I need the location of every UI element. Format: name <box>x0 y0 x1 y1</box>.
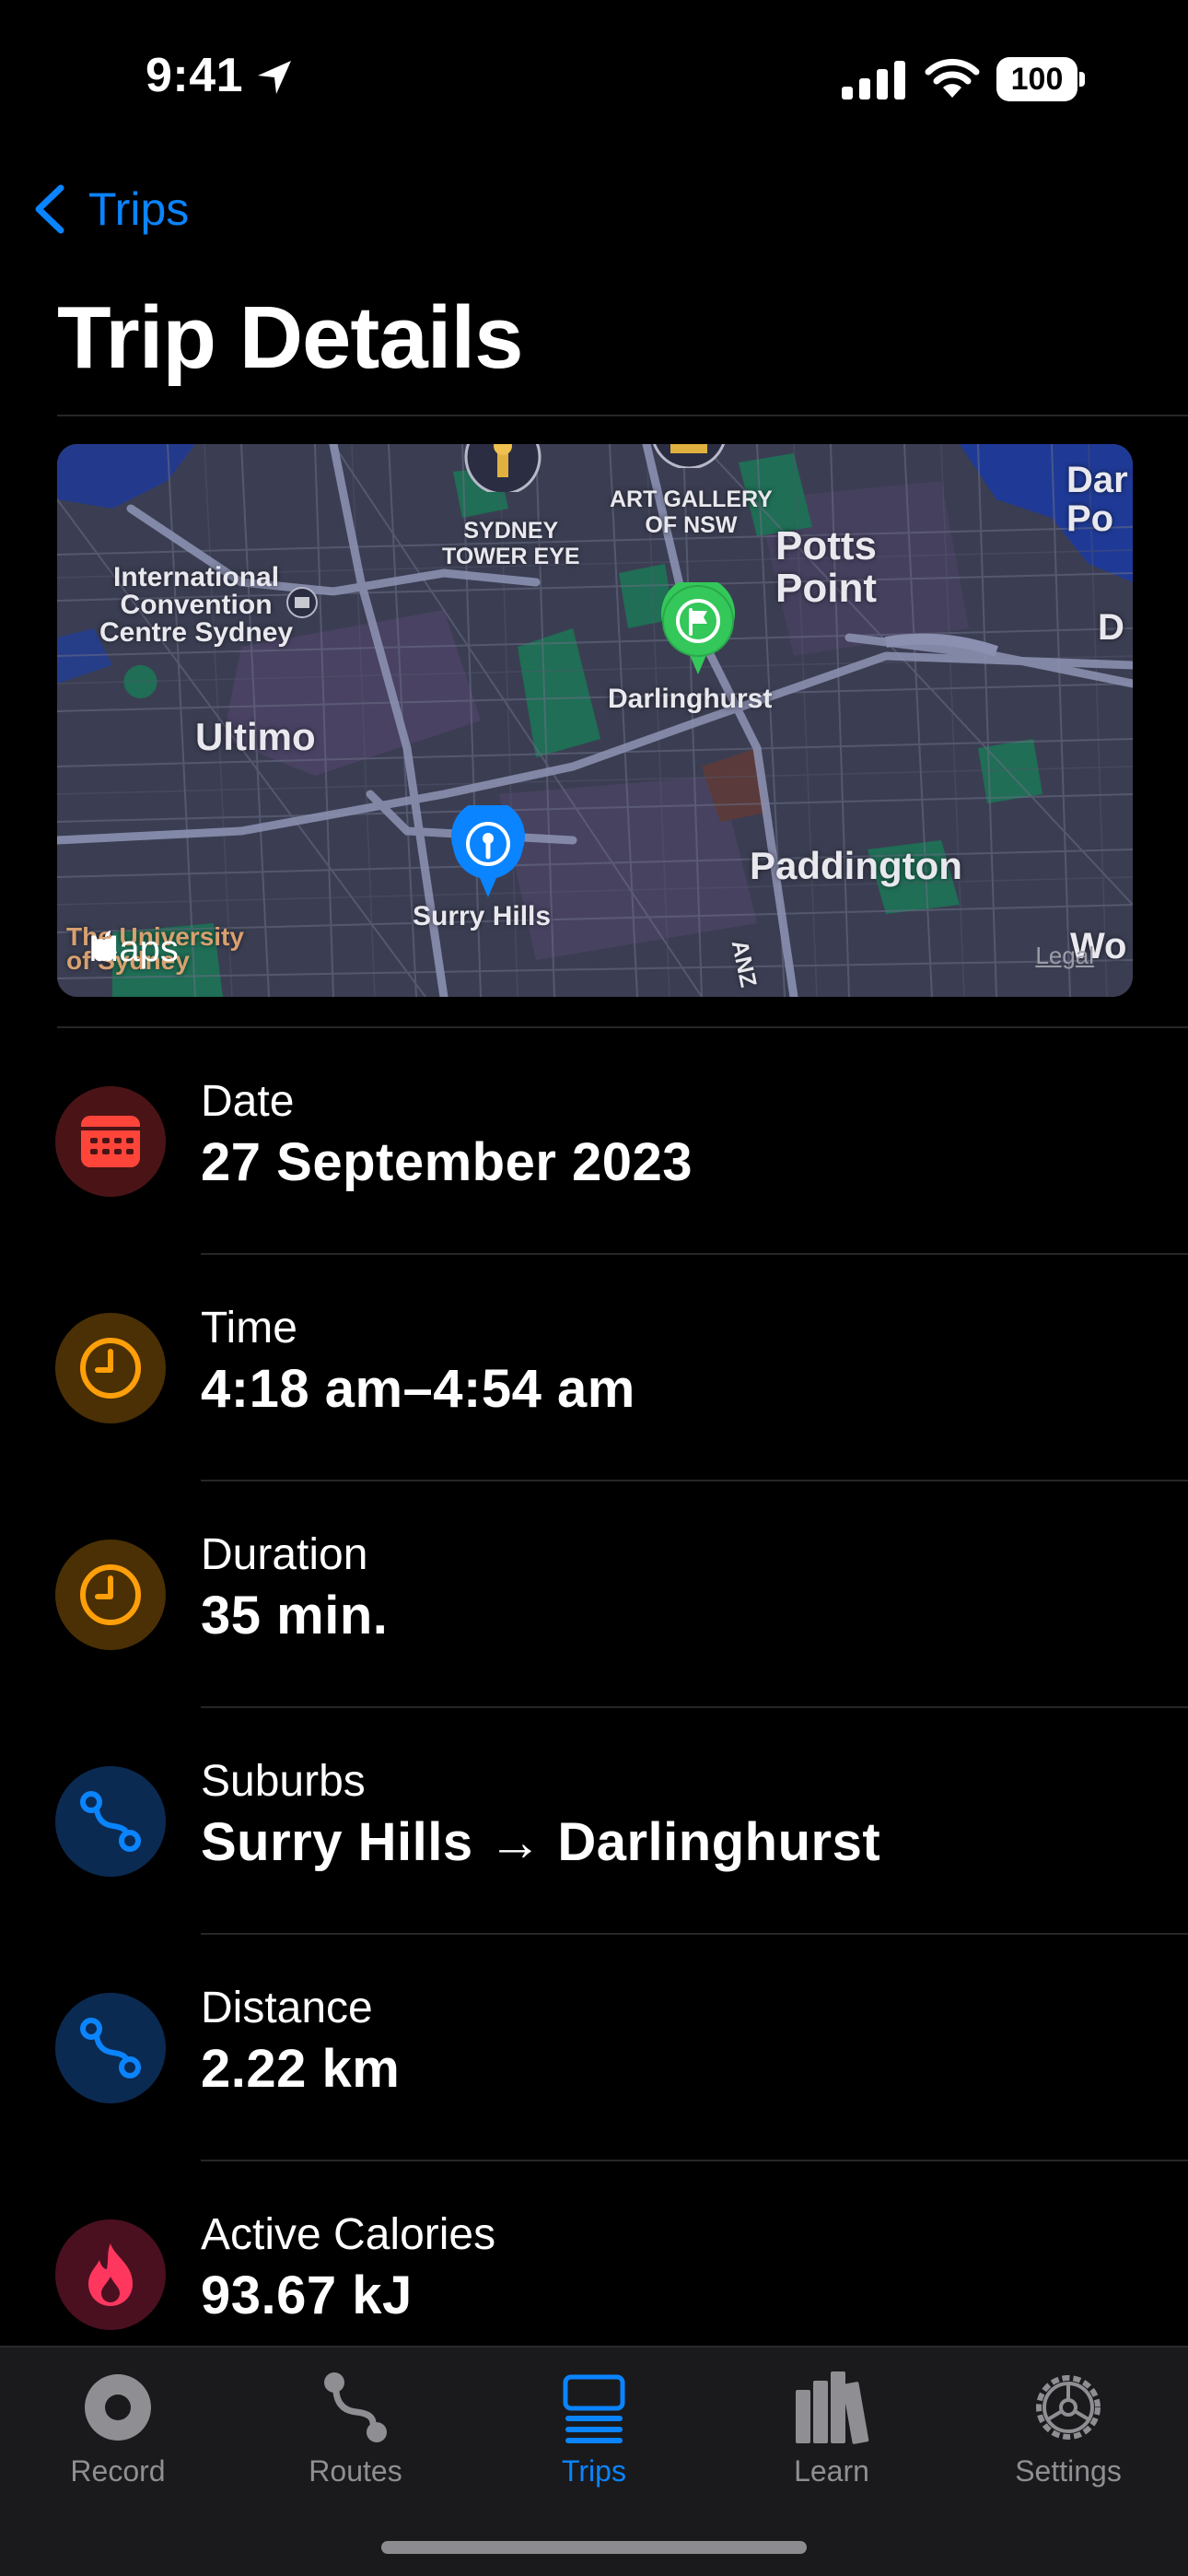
map-label-paddington: Paddington <box>750 844 962 887</box>
row-label: Distance <box>201 1984 373 2032</box>
detail-row-time: Time 4:18 am–4:54 am <box>0 1255 1188 1481</box>
tab-label: Record <box>70 2454 166 2488</box>
tab-label: Routes <box>309 2454 402 2488</box>
map-label-icc: International Convention Centre Sydney <box>99 562 294 648</box>
status-bar: 9:41 100 <box>0 0 1188 157</box>
row-label: Date <box>201 1077 295 1126</box>
tab-label: Learn <box>794 2454 869 2488</box>
battery-icon: 100 <box>996 57 1085 101</box>
row-value: 27 September 2023 <box>201 1132 693 1192</box>
row-value: Surry Hills → Darlinghurst <box>201 1812 881 1872</box>
books-icon <box>796 2371 869 2444</box>
map-label-edge-d: D <box>1098 607 1124 648</box>
apple-maps-logo: Maps <box>88 929 179 970</box>
route-icon <box>55 1766 166 1877</box>
start-pin-icon[interactable] <box>449 805 527 901</box>
detail-row-distance: Distance 2.22 km <box>0 1935 1188 2161</box>
row-label: Time <box>201 1304 297 1352</box>
finish-flag-pin-icon[interactable] <box>659 582 737 678</box>
row-value: 4:18 am–4:54 am <box>201 1359 635 1419</box>
map-label-potts-point: Potts Point <box>775 523 877 611</box>
back-button[interactable]: Trips <box>31 177 189 241</box>
map-label-darlinghurst: Darlinghurst <box>608 684 773 714</box>
battery-level: 100 <box>1010 62 1064 97</box>
detail-row-duration: Duration 35 min. <box>0 1481 1188 1708</box>
record-icon <box>85 2374 151 2441</box>
tab-routes[interactable]: Routes <box>263 2368 448 2506</box>
detail-row-date: Date 27 September 2023 <box>0 1028 1188 1255</box>
apple-logo-icon <box>91 931 117 962</box>
row-label: Active Calories <box>201 2210 496 2259</box>
clock-icon <box>55 1540 166 1650</box>
route-icon <box>55 1993 166 2103</box>
list-icon <box>563 2374 625 2443</box>
tab-trips[interactable]: Trips <box>502 2368 686 2506</box>
gallery-landmark-icon <box>652 444 726 468</box>
row-value: 35 min. <box>201 1586 389 1645</box>
map-label-art-gallery: ART GALLERY OF NSW <box>610 486 773 538</box>
clock-icon <box>55 1313 166 1423</box>
cellular-signal-icon <box>842 61 905 100</box>
divider <box>57 415 1188 416</box>
tab-learn[interactable]: Learn <box>740 2368 924 2506</box>
map-label-edge-dar: Dar Po <box>1066 460 1128 539</box>
map-label-surry-hills: Surry Hills <box>413 901 552 931</box>
tab-label: Settings <box>1015 2454 1122 2488</box>
calendar-icon <box>55 1086 166 1197</box>
map-label-sydney-tower-eye: SYDNEY TOWER EYE <box>442 518 580 569</box>
tab-record[interactable]: Record <box>26 2368 210 2506</box>
flame-icon <box>55 2219 166 2330</box>
tab-label: Trips <box>562 2454 626 2488</box>
row-value: 2.22 km <box>201 2039 401 2099</box>
gear-icon <box>1036 2375 1101 2440</box>
row-label: Duration <box>201 1530 368 1579</box>
back-label: Trips <box>88 183 190 235</box>
wifi-icon <box>925 58 980 98</box>
trip-map[interactable]: SYDNEY TOWER EYE ART GALLERY OF NSW Pott… <box>57 444 1133 997</box>
route-icon <box>324 2372 387 2442</box>
legal-link[interactable]: Legal <box>1035 942 1094 970</box>
tab-settings[interactable]: Settings <box>976 2368 1160 2506</box>
page-title: Trip Details <box>57 288 523 387</box>
location-arrow-icon <box>258 61 291 94</box>
status-time: 9:41 <box>146 49 244 102</box>
detail-row-suburbs: Suburbs Surry Hills → Darlinghurst <box>0 1708 1188 1935</box>
row-value: 93.67 kJ <box>201 2266 413 2325</box>
home-indicator <box>381 2541 807 2554</box>
chevron-left-icon <box>35 184 64 234</box>
map-label-ultimo: Ultimo <box>195 715 316 758</box>
tower-landmark-icon <box>464 444 542 492</box>
row-label: Suburbs <box>201 1757 366 1806</box>
